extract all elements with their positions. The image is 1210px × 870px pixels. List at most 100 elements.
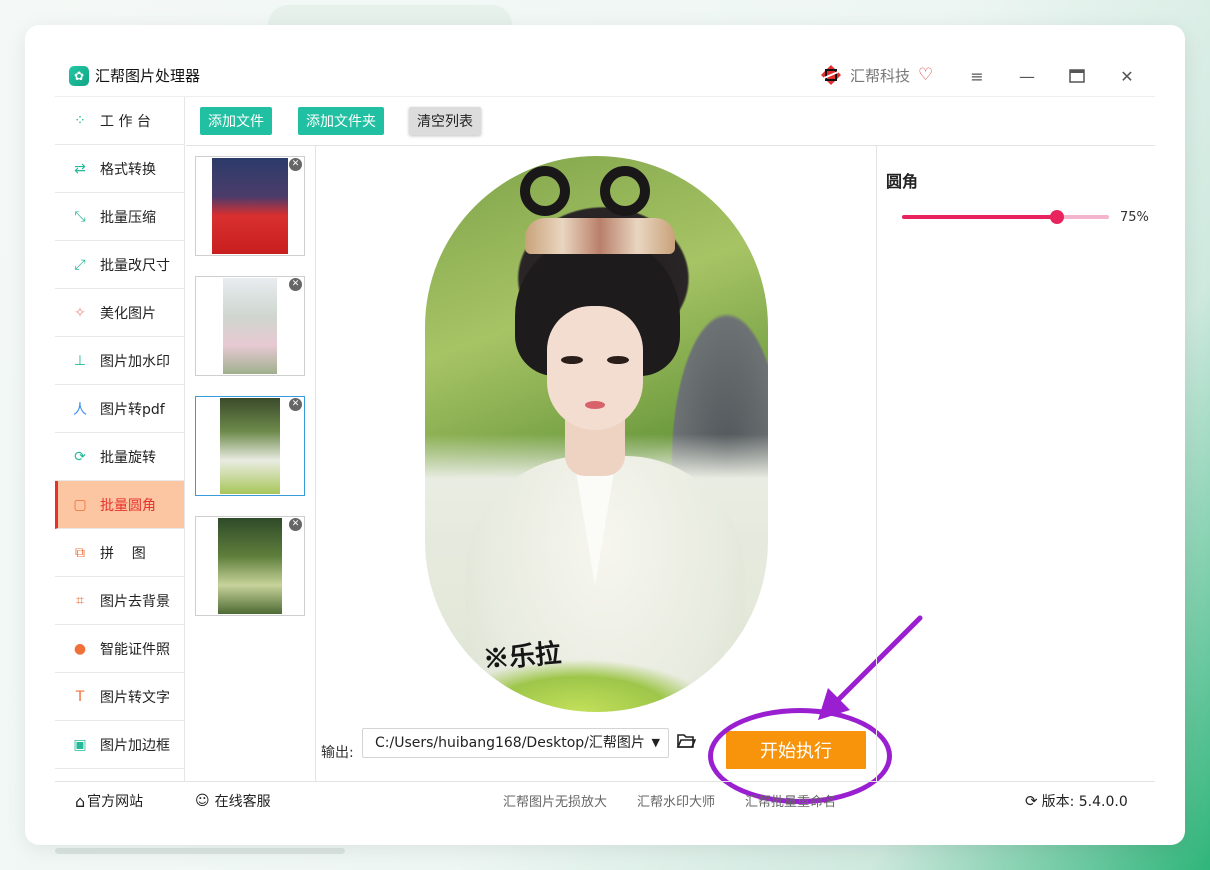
corner-radius-title: 圆角: [886, 172, 919, 191]
thumbnail-image: [218, 518, 282, 614]
stamp-icon: ⊥: [73, 352, 87, 369]
background-strip: [55, 848, 345, 854]
resize-icon: ⤢: [74, 256, 86, 273]
corner-radius-value: 75%: [1120, 210, 1149, 225]
thumbnail-item[interactable]: ✕: [195, 396, 305, 496]
dropdown-arrow-icon[interactable]: ▼: [652, 729, 660, 757]
sidebar-item-label: 图片加边框: [100, 737, 170, 754]
sidebar-item-id-photo[interactable]: ● 智能证件照: [55, 625, 184, 673]
online-support-label: 在线客服: [214, 794, 271, 810]
sidebar-item-label: 批量改尺寸: [100, 257, 170, 274]
preview-image: ※乐拉: [425, 156, 768, 712]
grid-icon: ⁘: [74, 112, 86, 129]
remove-icon[interactable]: ✕: [289, 158, 302, 171]
brand-logo-icon: [821, 65, 841, 85]
beautify-icon: ✧: [74, 304, 86, 321]
app-logo-icon: ✿: [69, 65, 89, 86]
person-icon: ●: [73, 640, 87, 657]
brand-name: 汇帮科技: [850, 66, 911, 85]
sidebar-item-label: 图片去背景: [100, 593, 170, 610]
close-button[interactable]: ✕: [1114, 63, 1140, 89]
minimize-button[interactable]: —: [1014, 63, 1040, 89]
sidebar-item-batch-compress[interactable]: ⤡ 批量压缩: [55, 193, 184, 241]
rotate-icon: ⟳: [74, 448, 86, 465]
official-website-link[interactable]: ⌂ 官方网站: [75, 791, 143, 811]
slider-fill: [902, 215, 1058, 219]
text-icon: T: [75, 688, 85, 705]
app-title: 汇帮图片处理器: [95, 67, 201, 85]
online-support-link[interactable]: ☺ 在线客服: [195, 791, 271, 811]
pdf-icon: 人: [73, 401, 87, 418]
sidebar-item-watermark[interactable]: ⊥ 图片加水印: [55, 337, 184, 385]
sidebar-item-label: 批量旋转: [100, 449, 156, 466]
brand: 汇帮科技 ♡: [820, 64, 933, 86]
compress-icon: ⤡: [74, 208, 86, 225]
link-watermark-master[interactable]: 汇帮水印大师: [637, 791, 715, 810]
link-batch-rename[interactable]: 汇帮批量重命名: [745, 791, 836, 810]
sidebar-item-label: 智能证件照: [100, 641, 170, 658]
toolbar: 添加文件 添加文件夹 清空列表: [186, 97, 1155, 146]
thumbnail-item[interactable]: ✕: [195, 516, 305, 616]
sidebar-item-to-pdf[interactable]: 人 图片转pdf: [55, 385, 184, 433]
status-bar: ⌂ 官方网站 ☺ 在线客服 汇帮图片无损放大 汇帮水印大师 汇帮批量重命名 ⟳ …: [55, 781, 1155, 817]
sidebar-item-batch-rotate[interactable]: ⟳ 批量旋转: [55, 433, 184, 481]
thumbnail-list: ✕ ✕ ✕ ✕: [186, 146, 316, 781]
thumbnail-image: [212, 158, 288, 254]
heart-icon[interactable]: ♡: [918, 65, 933, 85]
sidebar-item-label: 拼 图: [100, 545, 146, 562]
add-file-button[interactable]: 添加文件: [200, 107, 272, 135]
sidebar-item-workbench[interactable]: ⁘ 工 作 台: [55, 97, 184, 145]
sidebar-item-add-frame[interactable]: ▣ 图片加边框: [55, 721, 184, 769]
app-window: ✿ 汇帮图片处理器 汇帮科技 ♡ ≡ — ✕ ⁘ 工 作 台 ⇄ 格式转换 ⤡: [55, 55, 1155, 820]
rounded-corner-icon: ▢: [73, 496, 87, 513]
maximize-button[interactable]: [1064, 63, 1090, 89]
home-icon: ⌂: [75, 791, 86, 811]
menu-icon[interactable]: ≡: [964, 63, 990, 89]
sidebar-item-label: 工 作 台: [100, 113, 151, 130]
puzzle-icon: ⧉: [75, 544, 85, 561]
image-watermark: ※乐拉: [482, 638, 563, 676]
remove-icon[interactable]: ✕: [289, 518, 302, 531]
thumbnail-image: [220, 398, 280, 494]
thumbnail-image: [223, 278, 277, 374]
sidebar-item-beautify[interactable]: ✧ 美化图片: [55, 289, 184, 337]
preview-area: ※乐拉 输出: C:/Users/huibang168/Desktop/汇帮图片…: [317, 146, 923, 804]
settings-panel: 圆角 75%: [876, 146, 1155, 781]
sidebar-item-batch-resize[interactable]: ⤢ 批量改尺寸: [55, 241, 184, 289]
version-label: 版本: 5.4.0.0: [1041, 794, 1128, 810]
crop-icon: ⌗: [76, 592, 84, 609]
sidebar-item-label: 批量圆角: [100, 497, 156, 514]
remove-icon[interactable]: ✕: [289, 278, 302, 291]
sidebar-item-label: 美化图片: [100, 305, 156, 322]
remove-icon[interactable]: ✕: [289, 398, 302, 411]
title-bar: ✿ 汇帮图片处理器 汇帮科技 ♡ ≡ — ✕: [55, 55, 1155, 97]
version-info: ⟳ 版本: 5.4.0.0: [1025, 791, 1128, 811]
support-icon: ☺: [195, 793, 210, 809]
slider-handle[interactable]: [1050, 210, 1065, 224]
folder-icon[interactable]: [676, 732, 696, 750]
refresh-icon[interactable]: ⟳: [1025, 792, 1038, 810]
add-folder-button[interactable]: 添加文件夹: [298, 107, 384, 135]
sidebar-item-label: 图片转文字: [100, 689, 170, 706]
link-lossless-upscale[interactable]: 汇帮图片无损放大: [503, 791, 607, 810]
output-path-select[interactable]: C:/Users/huibang168/Desktop/汇帮图片 ▼: [362, 728, 669, 758]
sidebar: ⁘ 工 作 台 ⇄ 格式转换 ⤡ 批量压缩 ⤢ 批量改尺寸 ✧ 美化图片 ⊥ 图…: [55, 97, 185, 781]
frame-icon: ▣: [73, 736, 87, 753]
sidebar-item-format-convert[interactable]: ⇄ 格式转换: [55, 145, 184, 193]
sidebar-item-batch-rounded[interactable]: ▢ 批量圆角: [55, 481, 184, 529]
convert-icon: ⇄: [74, 160, 86, 177]
sidebar-item-label: 图片加水印: [100, 353, 170, 370]
thumbnail-item[interactable]: ✕: [195, 276, 305, 376]
sidebar-item-to-text[interactable]: T 图片转文字: [55, 673, 184, 721]
output-path-value: C:/Users/huibang168/Desktop/汇帮图片: [375, 735, 645, 751]
sidebar-item-label: 批量压缩: [100, 209, 156, 226]
sidebar-item-remove-bg[interactable]: ⌗ 图片去背景: [55, 577, 184, 625]
corner-radius-slider[interactable]: [902, 210, 1109, 224]
sidebar-item-puzzle[interactable]: ⧉ 拼 图: [55, 529, 184, 577]
thumbnail-item[interactable]: ✕: [195, 156, 305, 256]
clear-list-button[interactable]: 清空列表: [409, 107, 481, 135]
output-label: 输出:: [321, 745, 354, 761]
sidebar-item-label: 格式转换: [100, 161, 156, 178]
official-website-label: 官方网站: [87, 794, 144, 810]
sidebar-item-label: 图片转pdf: [100, 401, 165, 418]
